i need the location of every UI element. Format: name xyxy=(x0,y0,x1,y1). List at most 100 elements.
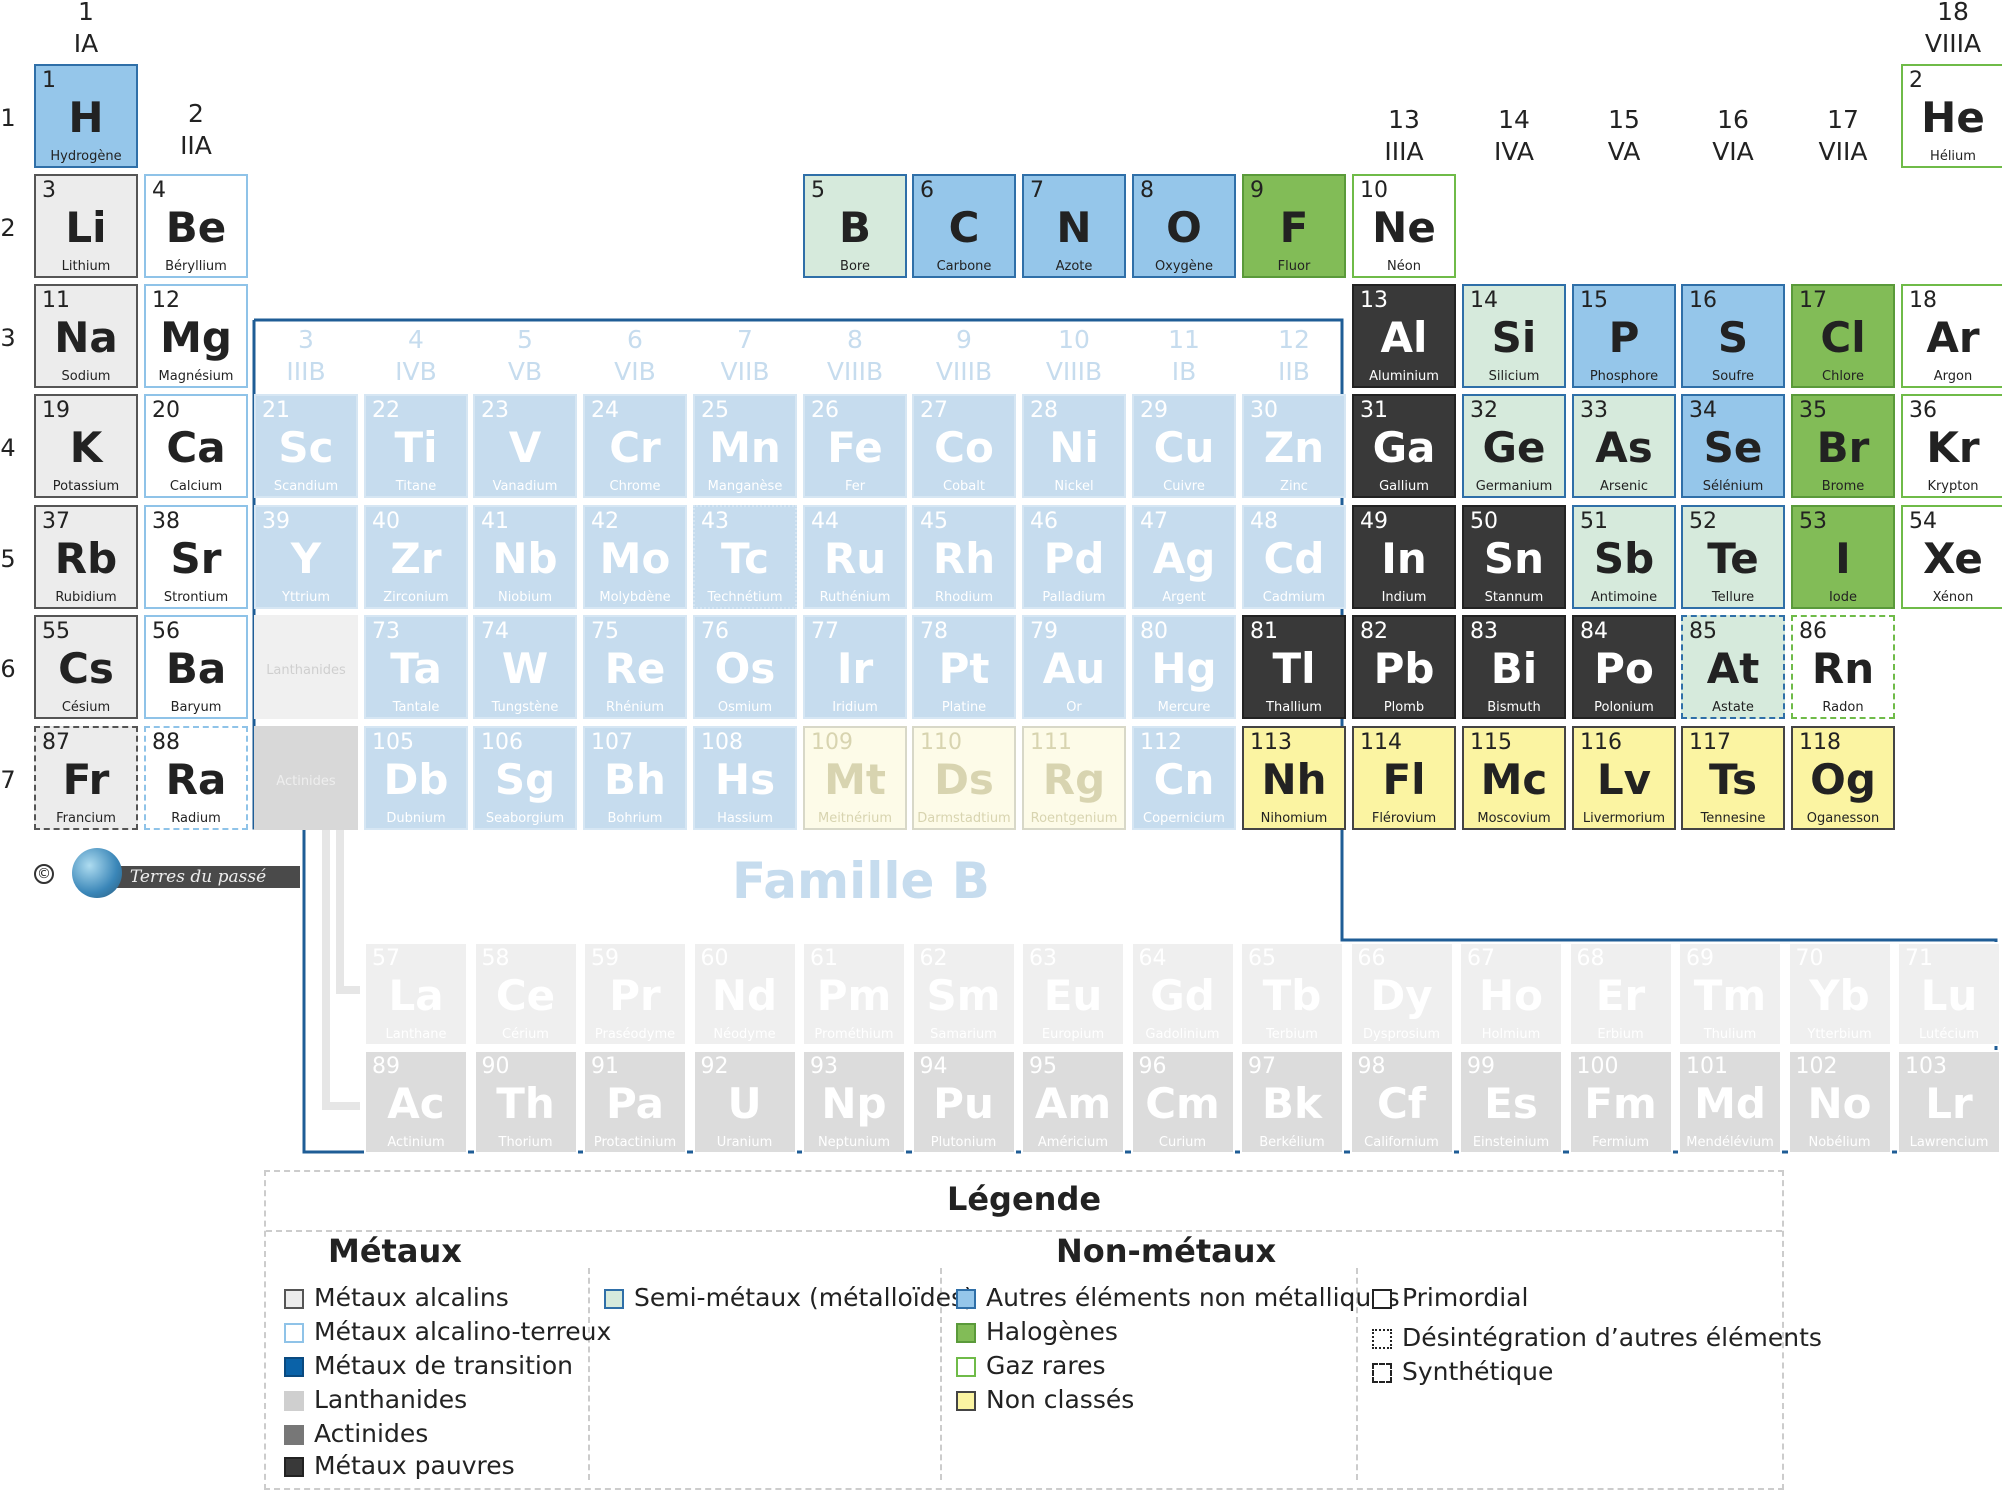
atomic-number: 100 xyxy=(1576,1054,1619,1079)
element-rg: 111 Rg Roentgenium xyxy=(1022,726,1126,830)
legend-label: Métaux de transition xyxy=(314,1351,573,1380)
element-symbol: Ru xyxy=(823,534,887,583)
element-symbol: Xe xyxy=(1923,534,1983,583)
element-symbol: N xyxy=(1056,203,1092,252)
element-symbol: Ho xyxy=(1478,971,1543,1020)
atomic-number: 43 xyxy=(701,509,729,534)
legend-label: Métaux alcalins xyxy=(314,1283,509,1312)
group-roman: IVB xyxy=(395,357,437,386)
element-name: Krypton xyxy=(1927,479,1979,494)
element-symbol: Sn xyxy=(1483,534,1545,583)
element-ge: 32 Ge Germanium xyxy=(1462,394,1566,498)
element-y: 39 Y Yttrium xyxy=(254,505,358,609)
element-og: 118 Og Oganesson xyxy=(1791,726,1895,830)
element-fe: 26 Fe Fer xyxy=(803,394,907,498)
legend-swatch xyxy=(284,1289,304,1309)
atomic-number: 45 xyxy=(920,509,948,534)
element-name: Polonium xyxy=(1594,700,1654,715)
group-roman: IIIA xyxy=(1384,137,1424,166)
legend-swatch xyxy=(284,1457,304,1477)
legend-label: Semi-métaux (métalloïdes) xyxy=(634,1283,974,1312)
element-sr: 38 Sr Strontium xyxy=(144,505,248,609)
atomic-number: 88 xyxy=(152,730,180,755)
element-mt: 109 Mt Meitnérium xyxy=(803,726,907,830)
atomic-number: 92 xyxy=(700,1054,729,1079)
element-o: 8 O Oxygène xyxy=(1132,174,1236,278)
atomic-number: 96 xyxy=(1138,1054,1167,1079)
atomic-number: 37 xyxy=(42,509,70,534)
atomic-number: 93 xyxy=(810,1054,838,1079)
element-name: Livermorium xyxy=(1582,811,1666,826)
element-ds: 110 Ds Darmstadtium xyxy=(912,726,1016,830)
group-number: 15 xyxy=(1608,105,1640,134)
group-number: 6 xyxy=(627,325,643,354)
atomic-number: 106 xyxy=(481,730,523,755)
group-roman: IB xyxy=(1171,357,1197,386)
legend-item: Autres éléments non métalliques xyxy=(956,1284,1400,1312)
legend-label: Métaux pauvres xyxy=(314,1451,515,1480)
legend-label: Métaux alcalino-terreux xyxy=(314,1317,612,1346)
element-sb: 51 Sb Antimoine xyxy=(1572,505,1676,609)
atomic-number: 75 xyxy=(591,619,619,644)
placeholder-lanthanides: Lanthanides xyxy=(254,615,358,719)
atomic-number: 101 xyxy=(1686,1054,1728,1079)
element-mc: 115 Mc Moscovium xyxy=(1462,726,1566,830)
element-name: Lanthane xyxy=(385,1027,447,1042)
atomic-number: 54 xyxy=(1909,509,1937,534)
element-name: Azote xyxy=(1055,259,1093,274)
element-symbol: Co xyxy=(934,423,994,472)
element-es: 99 Es Einsteinium xyxy=(1459,1050,1563,1154)
group-roman: IVA xyxy=(1494,137,1534,166)
group-roman: IA xyxy=(73,29,99,58)
element-eu: 63 Eu Europium xyxy=(1021,942,1125,1046)
element-name: Copernicium xyxy=(1143,811,1225,826)
legend-swatch xyxy=(956,1391,976,1411)
element-po: 84 Po Polonium xyxy=(1572,615,1676,719)
element-sn: 50 Sn Stannum xyxy=(1462,505,1566,609)
legend-item: Halogènes xyxy=(956,1318,1118,1346)
period-label-7: 7 xyxy=(0,766,16,794)
atomic-number: 39 xyxy=(262,509,290,534)
element-symbol: Po xyxy=(1594,644,1654,693)
element-zr: 40 Zr Zirconium xyxy=(364,505,468,609)
element-symbol: Ce xyxy=(495,971,556,1020)
element-name: Carbone xyxy=(936,259,992,274)
legend-nonmetals-title: Non-métaux xyxy=(1056,1232,1277,1270)
element-symbol: As xyxy=(1595,423,1653,472)
element-symbol: Cf xyxy=(1376,1079,1427,1128)
element-tc: 43 Tc Technétium xyxy=(693,505,797,609)
element-name: Vanadium xyxy=(492,479,558,494)
element-br: 35 Br Brome xyxy=(1791,394,1895,498)
atomic-number: 86 xyxy=(1799,619,1827,644)
atomic-number: 71 xyxy=(1905,946,1933,971)
element-name: Ruthénium xyxy=(819,590,891,605)
element-tl: 81 Tl Thallium xyxy=(1242,615,1346,719)
element-symbol: Bh xyxy=(604,755,666,804)
element-fm: 100 Fm Fermium xyxy=(1568,1050,1673,1154)
element-name: Samarium xyxy=(930,1027,997,1042)
element-hs: 108 Hs Hassium xyxy=(693,726,797,830)
element-name: Oganesson xyxy=(1806,811,1880,826)
group-header-5: 5 VB xyxy=(473,324,577,388)
element-th: 90 Th Thorium xyxy=(473,1050,578,1154)
group-header-14: 14 IVA xyxy=(1462,104,1566,168)
element-symbol: Mo xyxy=(599,534,671,583)
group-header-15: 15 VA xyxy=(1572,104,1676,168)
actinides-label: Actinides xyxy=(276,774,336,789)
element-symbol: O xyxy=(1166,203,1202,252)
element-cn: 112 Cn Copernicium xyxy=(1132,726,1236,830)
element-ac: 89 Ac Actinium xyxy=(364,1050,468,1154)
atomic-number: 90 xyxy=(481,1054,510,1079)
element-name: Stannum xyxy=(1484,590,1544,605)
element-name: Iode xyxy=(1828,590,1858,605)
atomic-number: 80 xyxy=(1140,619,1168,644)
legend-label: Gaz rares xyxy=(986,1351,1106,1380)
element-sc: 21 Sc Scandium xyxy=(254,394,358,498)
element-v: 23 V Vanadium xyxy=(473,394,577,498)
element-ga: 31 Ga Gallium xyxy=(1352,394,1456,498)
element-symbol: Fl xyxy=(1382,755,1426,804)
legend-title: Légende xyxy=(946,1180,1102,1218)
element-symbol: P xyxy=(1608,313,1640,362)
atomic-number: 102 xyxy=(1795,1054,1838,1079)
atomic-number: 52 xyxy=(1689,509,1717,534)
